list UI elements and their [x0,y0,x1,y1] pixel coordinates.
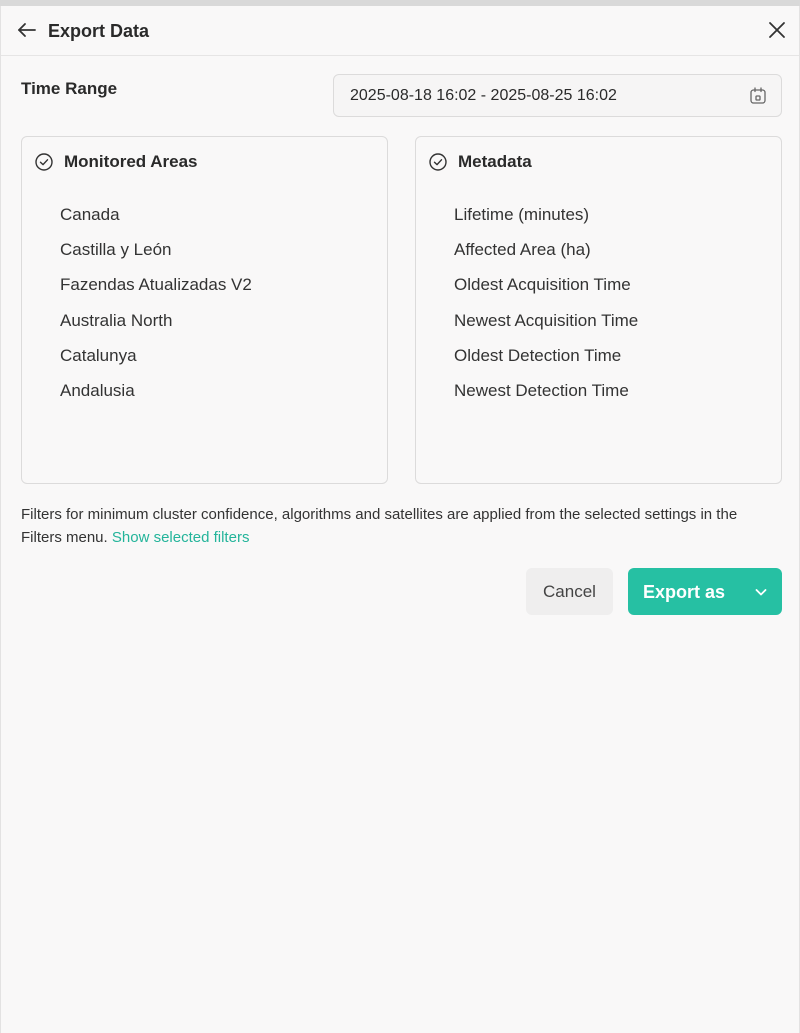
panel-header: Export Data [1,6,799,56]
metadata-title: Metadata [458,152,532,171]
chevron-down-icon[interactable] [753,584,769,600]
monitored-areas-list: Canada Castilla y León Fazendas Atualiza… [60,190,252,415]
export-as-label: Export as [643,582,726,602]
filters-info-text: Filters for minimum cluster confidence, … [21,503,781,549]
monitored-areas-card: Monitored Areas Canada Castilla y León F… [21,136,388,484]
metadata-list: Lifetime (minutes) Affected Area (ha) Ol… [454,190,638,415]
monitored-areas-header[interactable]: Monitored Areas [34,151,198,173]
list-item[interactable]: Newest Detection Time [454,366,638,415]
export-as-button[interactable]: Export as [628,568,782,615]
monitored-areas-title: Monitored Areas [64,152,198,171]
show-selected-filters-link[interactable]: Show selected filters [112,529,250,546]
check-circle-icon[interactable] [428,152,448,172]
check-circle-icon[interactable] [34,152,54,172]
back-arrow-icon[interactable] [15,18,39,42]
close-icon[interactable] [765,18,789,42]
export-data-panel: Export Data Time Range 2025-08-18 16:02 … [0,6,800,1033]
metadata-card: Metadata Lifetime (minutes) Affected Are… [415,136,782,484]
page-title: Export Data [48,21,150,41]
list-item[interactable]: Andalusia [60,366,252,415]
metadata-header[interactable]: Metadata [428,151,532,173]
cancel-button[interactable]: Cancel [526,568,613,615]
time-range-value: 2025-08-18 16:02 - 2025-08-25 16:02 [350,87,617,104]
time-range-label: Time Range [21,79,118,98]
calendar-icon[interactable] [748,86,768,106]
time-range-input[interactable]: 2025-08-18 16:02 - 2025-08-25 16:02 [333,74,782,117]
